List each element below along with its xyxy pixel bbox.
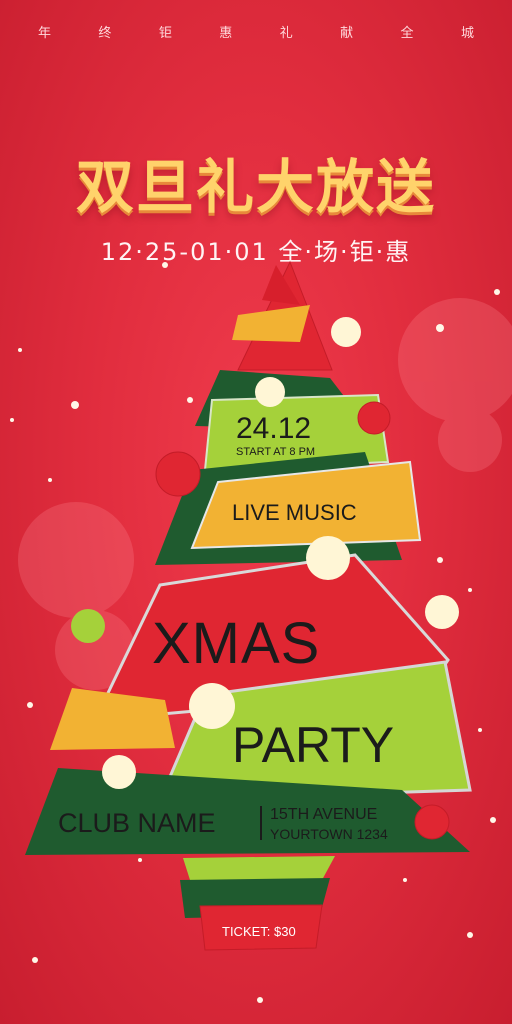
live-music-label: LIVE MUSIC bbox=[232, 500, 357, 525]
xmas-heading: XMAS bbox=[152, 611, 321, 676]
address-divider bbox=[260, 806, 262, 840]
club-name: CLUB NAME bbox=[58, 808, 216, 838]
party-heading: PARTY bbox=[232, 717, 395, 773]
event-date: 24.12 bbox=[236, 412, 312, 445]
ticket-price: TICKET: $30 bbox=[222, 924, 296, 939]
address-line-2: YOURTOWN 1234 bbox=[270, 826, 388, 842]
start-time: START AT 8 PM bbox=[236, 446, 316, 458]
poster: 年 终 钜 惠 礼 献 全 城 双旦礼大放送 12·25-01·01 全·场·钜… bbox=[0, 0, 512, 1024]
address-line-1: 15TH AVENUE bbox=[270, 806, 378, 823]
